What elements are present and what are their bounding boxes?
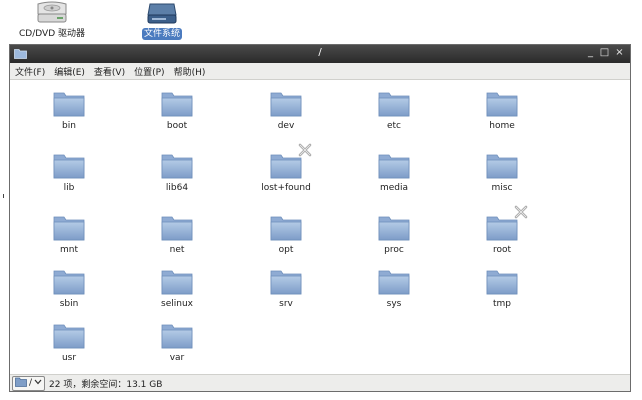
folder-icon bbox=[486, 269, 518, 295]
folder-item[interactable]: var bbox=[137, 323, 217, 364]
status-bar: / 22 项，剩余空间：13.1 GB bbox=[10, 374, 630, 391]
folder-name: etc bbox=[386, 121, 401, 131]
folder-icon bbox=[378, 91, 410, 117]
folder-name: var bbox=[169, 353, 185, 363]
folder-name: net bbox=[169, 245, 185, 255]
folder-item[interactable]: lib bbox=[29, 153, 109, 194]
chevron-down-icon bbox=[34, 378, 42, 388]
folder-name: sys bbox=[386, 299, 402, 309]
folder-item[interactable]: mnt bbox=[29, 215, 109, 256]
folder-icon bbox=[53, 153, 85, 179]
menu-view[interactable]: 查看(V) bbox=[94, 65, 125, 78]
folder-icon bbox=[15, 377, 27, 390]
folder-icon bbox=[161, 91, 193, 117]
folder-icon bbox=[161, 215, 193, 241]
minimize-button[interactable]: _ bbox=[585, 47, 596, 59]
folder-icon bbox=[378, 215, 410, 241]
menu-file[interactable]: 文件(F) bbox=[15, 65, 45, 78]
maximize-button[interactable]: □ bbox=[599, 47, 610, 59]
folder-item[interactable]: opt bbox=[246, 215, 326, 256]
folder-name: usr bbox=[61, 353, 77, 363]
folder-icon bbox=[53, 215, 85, 241]
cd-drive-icon bbox=[14, 0, 90, 28]
desktop-icon-filesystem[interactable]: 文件系统 bbox=[132, 0, 192, 40]
status-text: 22 项，剩余空间：13.1 GB bbox=[49, 379, 163, 390]
folder-name: lib bbox=[63, 183, 75, 193]
folder-icon bbox=[270, 269, 302, 295]
desktop-icon-cd-dvd-drive[interactable]: CD/DVD 驱动器 bbox=[14, 0, 90, 40]
menu-edit[interactable]: 编辑(E) bbox=[54, 65, 85, 78]
folder-name: media bbox=[379, 183, 409, 193]
folder-item[interactable]: home bbox=[462, 91, 542, 132]
folder-name: proc bbox=[384, 245, 404, 255]
folder-icon bbox=[486, 91, 518, 117]
title-bar[interactable]: / _ □ × bbox=[10, 45, 630, 63]
folder-icon bbox=[270, 91, 302, 117]
desktop-icon-label: 文件系统 bbox=[141, 28, 182, 40]
path-button[interactable]: / bbox=[12, 375, 46, 391]
folder-name: selinux bbox=[161, 299, 193, 309]
folder-item[interactable]: selinux bbox=[137, 269, 217, 310]
folder-item[interactable]: lib64 bbox=[137, 153, 217, 194]
menu-help[interactable]: 帮助(H) bbox=[174, 65, 206, 78]
desktop-icon-label: CD/DVD 驱动器 bbox=[19, 29, 85, 39]
folder-icon bbox=[486, 153, 518, 179]
close-button[interactable]: × bbox=[614, 47, 625, 59]
folder-item[interactable]: etc bbox=[354, 91, 434, 132]
folder-name: mnt bbox=[60, 245, 78, 255]
folder-item[interactable]: boot bbox=[137, 91, 217, 132]
folder-icon bbox=[270, 215, 302, 241]
folder-name: lib64 bbox=[165, 183, 189, 193]
folder-item[interactable]: srv bbox=[246, 269, 326, 310]
folder-name: sbin bbox=[59, 299, 79, 309]
desktop-cursor-mark bbox=[3, 194, 4, 198]
folder-icon bbox=[161, 153, 193, 179]
folder-icon bbox=[270, 143, 312, 179]
folder-name: home bbox=[489, 121, 515, 131]
folder-icon bbox=[378, 269, 410, 295]
menu-bar: 文件(F) 编辑(E) 查看(V) 位置(P) 帮助(H) bbox=[10, 63, 630, 80]
folder-icon bbox=[53, 91, 85, 117]
folder-item[interactable]: tmp bbox=[462, 269, 542, 310]
folder-name: root bbox=[492, 245, 512, 255]
folder-name: lost+found bbox=[261, 183, 311, 193]
folder-name: bin bbox=[62, 121, 76, 131]
folder-view[interactable]: bin boot dev etc home lib lib64 lost+found media… bbox=[10, 80, 630, 374]
folder-item[interactable]: usr bbox=[29, 323, 109, 364]
folder-item[interactable]: media bbox=[354, 153, 434, 194]
menu-location[interactable]: 位置(P) bbox=[134, 65, 164, 78]
folder-name: misc bbox=[491, 183, 513, 193]
folder-icon bbox=[486, 205, 528, 241]
folder-icon bbox=[53, 269, 85, 295]
folder-item[interactable]: sys bbox=[354, 269, 434, 310]
folder-name: srv bbox=[279, 299, 293, 309]
folder-name: opt bbox=[278, 245, 294, 255]
folder-item[interactable]: lost+found bbox=[246, 143, 326, 194]
folder-icon bbox=[53, 323, 85, 349]
folder-name: dev bbox=[277, 121, 295, 131]
no-access-icon bbox=[514, 205, 528, 222]
folder-item[interactable]: dev bbox=[246, 91, 326, 132]
folder-item[interactable]: bin bbox=[29, 91, 109, 132]
folder-name: boot bbox=[166, 121, 188, 131]
no-access-icon bbox=[298, 143, 312, 160]
folder-icon bbox=[161, 269, 193, 295]
file-manager-window: / _ □ × 文件(F) 编辑(E) 查看(V) 位置(P) 帮助(H) bi… bbox=[9, 44, 631, 392]
folder-icon bbox=[378, 153, 410, 179]
path-label: / bbox=[29, 378, 33, 388]
folder-name: tmp bbox=[492, 299, 511, 309]
folder-item[interactable]: sbin bbox=[29, 269, 109, 310]
window-title: / bbox=[318, 47, 322, 58]
folder-item[interactable]: misc bbox=[462, 153, 542, 194]
folder-item[interactable]: proc bbox=[354, 215, 434, 256]
folder-item[interactable]: root bbox=[462, 205, 542, 256]
hard-drive-icon bbox=[132, 0, 192, 28]
folder-icon bbox=[161, 323, 193, 349]
folder-item[interactable]: net bbox=[137, 215, 217, 256]
